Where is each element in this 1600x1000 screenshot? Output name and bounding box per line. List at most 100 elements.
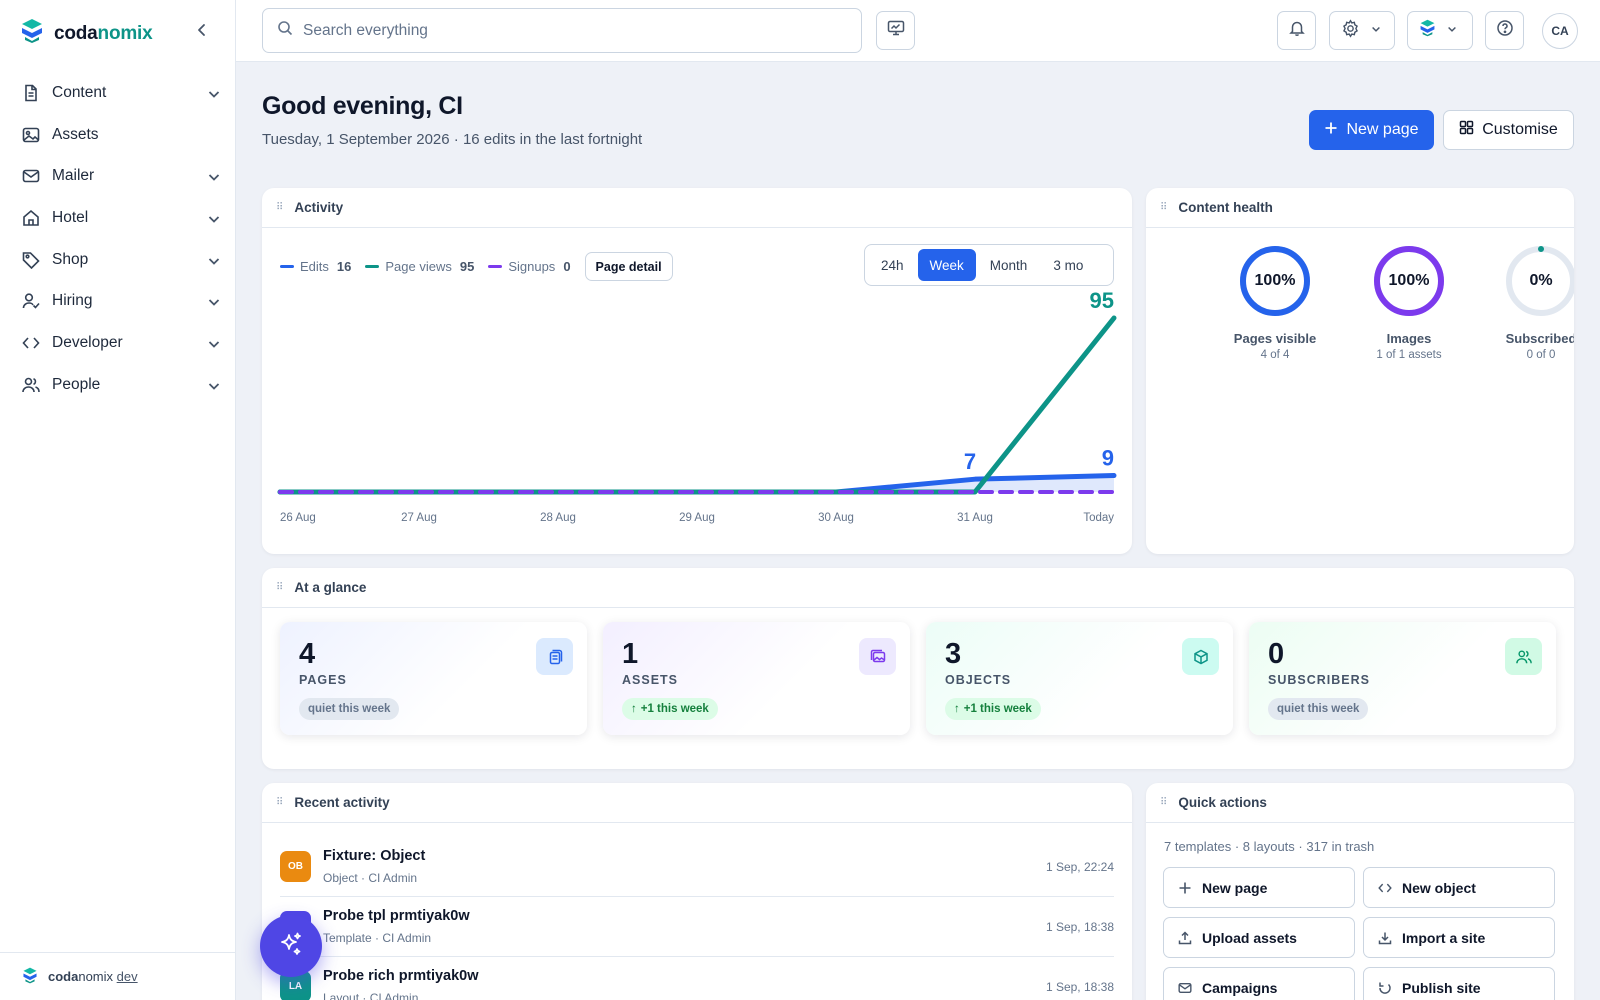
- card-header[interactable]: ⠿ Content health: [1146, 188, 1574, 228]
- ring-images[interactable]: 100% Images 1 of 1 assets: [1344, 244, 1474, 361]
- quick-new-page-button[interactable]: New page: [1163, 867, 1355, 908]
- ring-subscribed[interactable]: 0% Subscribed 0 of 0: [1476, 244, 1574, 361]
- item-title: Probe tpl prmtiyak0w: [323, 908, 470, 924]
- item-title: Probe rich prmtiyak0w: [323, 968, 479, 984]
- card-header[interactable]: ⠿ Quick actions: [1146, 783, 1574, 823]
- series-line-page-views[interactable]: [277, 315, 1117, 495]
- sidebar-item-shop[interactable]: Shop: [0, 239, 236, 281]
- sidebar-item-people[interactable]: People: [0, 364, 236, 406]
- legend-label: Page views: [385, 259, 452, 274]
- search-icon: [277, 20, 293, 41]
- chevron-down-icon[interactable]: [206, 253, 222, 269]
- avatar[interactable]: CA: [1542, 13, 1578, 49]
- drag-handle-icon[interactable]: ⠿: [276, 202, 283, 213]
- quick-publish-site-button[interactable]: Publish site: [1363, 967, 1555, 1000]
- page-title: Good evening, CI: [262, 92, 463, 120]
- legend-label: Signups: [508, 259, 556, 274]
- legend-item-edits[interactable]: Edits 16: [280, 259, 351, 274]
- stat-card-assets[interactable]: 1 ASSETS ↑ +1 this week: [603, 622, 910, 735]
- sidebar-footer[interactable]: codanomix dev: [0, 952, 236, 1000]
- ring-percent: 100%: [1388, 272, 1430, 289]
- sidebar-item-label: Hotel: [52, 208, 89, 226]
- chevron-down-icon[interactable]: [206, 336, 222, 352]
- sidebar-item-hotel[interactable]: Hotel: [0, 197, 236, 239]
- stat-value: 3: [945, 638, 962, 670]
- present-button[interactable]: [876, 11, 915, 50]
- sidebar-nav: Content Assets Mailer Hotel Shop Hiring: [0, 72, 236, 406]
- gear-icon: [1341, 18, 1360, 43]
- sidebar-item-label: Assets: [52, 125, 99, 143]
- ring-sub: 4 of 4: [1260, 349, 1290, 361]
- sidebar-item-hiring[interactable]: Hiring: [0, 280, 236, 322]
- page-detail-button[interactable]: Page detail: [584, 252, 673, 281]
- code-icon: [1378, 881, 1392, 895]
- action-label: Campaigns: [1202, 979, 1278, 996]
- item-date: 1 Sep, 18:38: [1045, 980, 1114, 994]
- notifications-button[interactable]: [1277, 11, 1316, 50]
- stat-card-pages[interactable]: 4 PAGES quiet this week: [280, 622, 587, 735]
- presentation-icon: [887, 19, 905, 42]
- help-button[interactable]: [1485, 11, 1524, 50]
- settings-menu-button[interactable]: [1329, 11, 1395, 50]
- sidebar-item-label: Content: [52, 83, 107, 101]
- mail-icon: [22, 167, 40, 185]
- drag-handle-icon[interactable]: ⠿: [1160, 202, 1167, 213]
- card-title: Content health: [1178, 200, 1273, 215]
- collapse-sidebar-icon[interactable]: [192, 20, 212, 40]
- x-tick-label: 30 Aug: [818, 512, 854, 524]
- stat-card-subscribers[interactable]: 0 SUBSCRIBERS quiet this week: [1249, 622, 1556, 735]
- brand[interactable]: codanomix: [20, 18, 153, 49]
- list-item[interactable]: OB Fixture: Object Object · CI Admin 1 S…: [280, 837, 1114, 897]
- action-label: New page: [1202, 879, 1268, 896]
- drag-handle-icon[interactable]: ⠿: [1160, 797, 1167, 808]
- x-tick-label: 31 Aug: [957, 512, 993, 524]
- range-24h[interactable]: 24h: [869, 249, 916, 281]
- item-meta: Template · CI Admin: [323, 931, 432, 945]
- range-3mo[interactable]: 3 mo: [1041, 249, 1095, 281]
- legend-swatch: [365, 265, 380, 268]
- legend-item-signups[interactable]: Signups 0: [488, 259, 571, 274]
- new-page-button[interactable]: New page: [1309, 110, 1434, 150]
- drag-handle-icon[interactable]: ⠿: [276, 582, 283, 593]
- chevron-down-icon[interactable]: [206, 86, 222, 102]
- action-label: Import a site: [1402, 929, 1486, 946]
- logo-icon: [22, 967, 38, 987]
- ai-assistant-button[interactable]: [260, 915, 322, 977]
- chevron-down-icon[interactable]: [206, 211, 222, 227]
- pages-icon: [536, 638, 573, 675]
- document-icon: [22, 84, 40, 102]
- activity-card: ⠿ Activity Edits 16 Page views 95 Signups 0…: [262, 188, 1132, 554]
- range-week[interactable]: Week: [917, 249, 976, 281]
- quick-new-object-button[interactable]: New object: [1363, 867, 1555, 908]
- sidebar-item-content[interactable]: Content: [0, 72, 236, 114]
- ring-pages-visible[interactable]: 100% Pages visible 4 of 4: [1210, 244, 1340, 361]
- item-meta: Object · CI Admin: [323, 871, 418, 885]
- stat-card-objects[interactable]: 3 OBJECTS ↑ +1 this week: [926, 622, 1233, 735]
- workspace-switcher[interactable]: [1407, 11, 1473, 50]
- sidebar-item-mailer[interactable]: Mailer: [0, 155, 236, 197]
- grid-icon: [1459, 120, 1474, 140]
- range-month[interactable]: Month: [978, 249, 1040, 281]
- refresh-icon: [1378, 981, 1392, 995]
- customise-button[interactable]: Customise: [1443, 110, 1574, 150]
- chevron-down-icon[interactable]: [206, 169, 222, 185]
- card-header[interactable]: ⠿ At a glance: [262, 568, 1574, 608]
- search-box[interactable]: [262, 8, 862, 53]
- quick-import-site-button[interactable]: Import a site: [1363, 917, 1555, 958]
- chevron-down-icon[interactable]: [206, 294, 222, 310]
- quick-upload-assets-button[interactable]: Upload assets: [1163, 917, 1355, 958]
- list-item[interactable]: Probe tpl prmtiyak0w Template · CI Admin…: [280, 897, 1114, 957]
- card-header[interactable]: ⠿ Recent activity: [262, 783, 1132, 823]
- list-item[interactable]: LA Probe rich prmtiyak0w Layout · CI Adm…: [280, 957, 1114, 1000]
- search-input[interactable]: [303, 21, 843, 40]
- sidebar-item-developer[interactable]: Developer: [0, 322, 236, 364]
- stat-label: ASSETS: [622, 673, 679, 687]
- chevron-down-icon[interactable]: [206, 378, 222, 394]
- sidebar-item-assets[interactable]: Assets: [0, 114, 236, 156]
- quick-actions-card: ⠿ Quick actions 7 templates · 8 layouts …: [1146, 783, 1574, 1000]
- tag-icon: [22, 251, 40, 269]
- legend-item-page-views[interactable]: Page views 95: [365, 259, 474, 274]
- drag-handle-icon[interactable]: ⠿: [276, 797, 283, 808]
- quick-campaigns-button[interactable]: Campaigns: [1163, 967, 1355, 1000]
- card-header[interactable]: ⠿ Activity: [262, 188, 1132, 228]
